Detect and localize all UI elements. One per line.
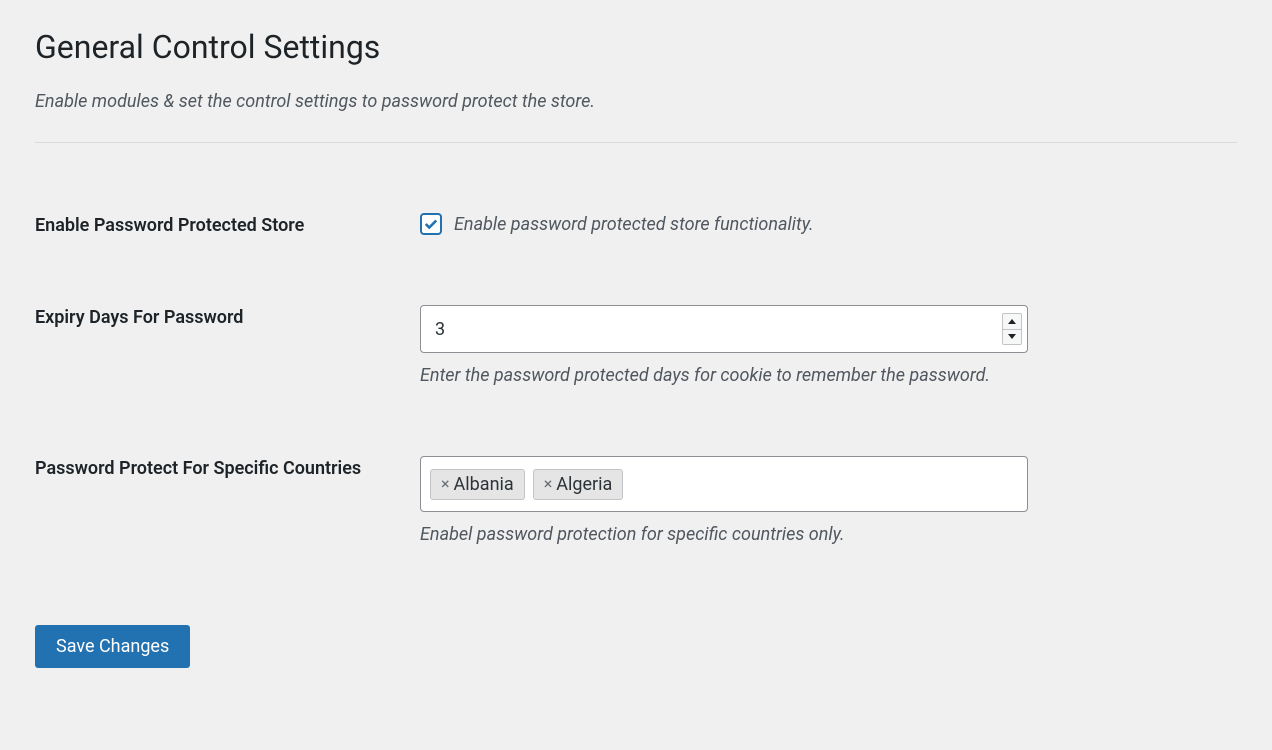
close-icon[interactable]: ×	[544, 476, 553, 492]
save-changes-button[interactable]: Save Changes	[35, 625, 190, 668]
country-tag: × Albania	[430, 469, 525, 500]
countries-label: Password Protect For Specific Countries	[35, 436, 385, 595]
countries-tags-input[interactable]: × Albania × Algeria	[420, 456, 1028, 512]
page-title: General Control Settings	[35, 28, 1237, 66]
enable-store-checkbox-wrapper: Enable password protected store function…	[420, 213, 1227, 235]
countries-description: Enabel password protection for specific …	[420, 524, 1227, 545]
expiry-days-input-wrapper	[420, 305, 1028, 353]
country-tag-label: Albania	[454, 474, 514, 495]
chevron-down-icon	[1008, 334, 1016, 339]
check-icon	[424, 217, 438, 231]
spinner-down-button[interactable]	[1003, 330, 1021, 345]
row-expiry-days: Expiry Days For Password Enter the passw…	[35, 285, 1237, 436]
chevron-up-icon	[1008, 319, 1016, 324]
close-icon[interactable]: ×	[441, 476, 450, 492]
spinner-buttons	[1002, 313, 1022, 345]
page-description: Enable modules & set the control setting…	[35, 91, 1237, 112]
row-enable-store: Enable Password Protected Store Enable p…	[35, 193, 1237, 285]
separator	[35, 142, 1237, 143]
expiry-days-description: Enter the password protected days for co…	[420, 365, 1227, 386]
row-countries: Password Protect For Specific Countries …	[35, 436, 1237, 595]
settings-form-table: Enable Password Protected Store Enable p…	[35, 193, 1237, 595]
country-tag: × Algeria	[533, 469, 624, 500]
enable-store-checkbox-label: Enable password protected store function…	[454, 214, 814, 235]
enable-store-checkbox[interactable]	[420, 213, 442, 235]
expiry-days-input[interactable]	[420, 305, 1028, 353]
enable-store-label: Enable Password Protected Store	[35, 193, 385, 285]
expiry-days-label: Expiry Days For Password	[35, 285, 385, 436]
country-tag-label: Algeria	[556, 474, 612, 495]
spinner-up-button[interactable]	[1003, 314, 1021, 330]
